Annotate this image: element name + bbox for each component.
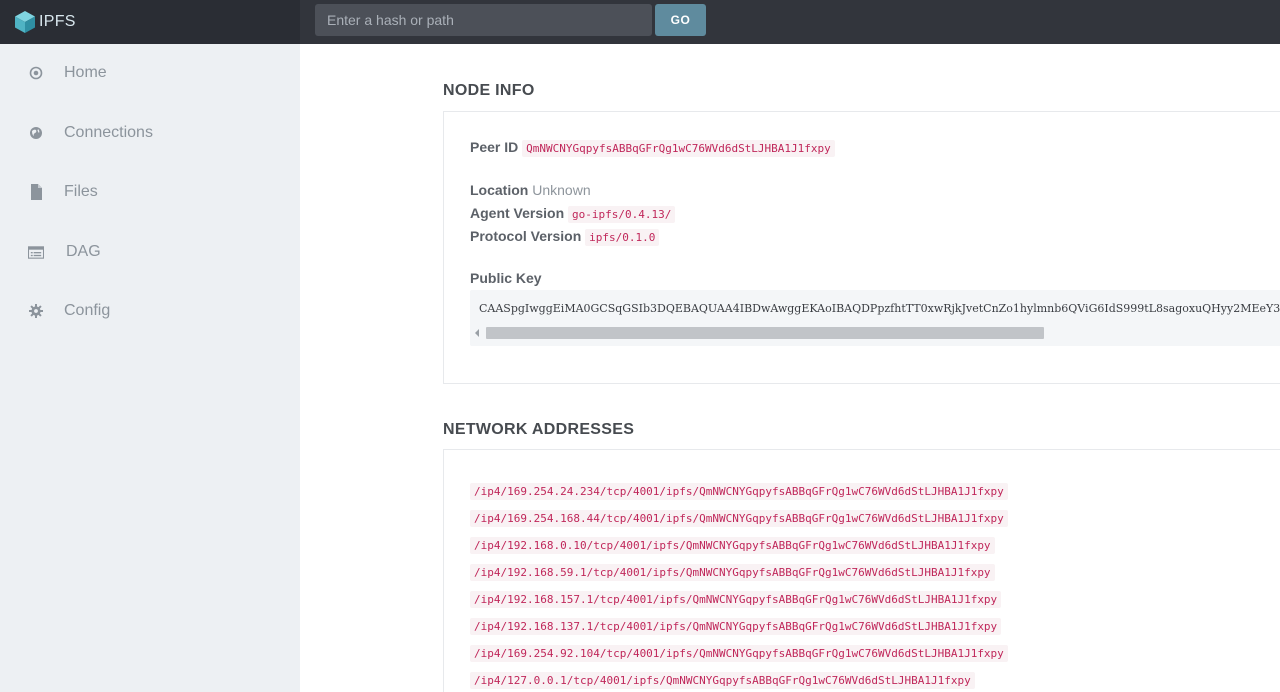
sidebar-item-files[interactable]: Files bbox=[0, 167, 300, 217]
scroll-thumb[interactable] bbox=[486, 327, 1044, 339]
list-item: /ip4/127.0.0.1/tcp/4001/ipfs/QmNWCNYGqpy… bbox=[470, 671, 975, 689]
address-value[interactable]: /ip4/169.254.92.104/tcp/4001/ipfs/QmNWCN… bbox=[470, 645, 1008, 662]
sidebar-item-label: Config bbox=[64, 302, 111, 319]
node-info-panel: Peer ID QmNWCNYGqpyfsABBqGFrQg1wC76WVd6d… bbox=[443, 111, 1280, 384]
globe-icon bbox=[28, 125, 44, 141]
sidebar-item-config[interactable]: Config bbox=[0, 286, 300, 336]
address-value[interactable]: /ip4/169.254.168.44/tcp/4001/ipfs/QmNWCN… bbox=[470, 510, 1008, 527]
list-item: /ip4/192.168.137.1/tcp/4001/ipfs/QmNWCNY… bbox=[470, 617, 1002, 635]
sidebar-item-label: Home bbox=[64, 64, 107, 81]
address-value[interactable]: /ip4/127.0.0.1/tcp/4001/ipfs/QmNWCNYGqpy… bbox=[470, 672, 975, 689]
list-item: /ip4/192.168.0.10/tcp/4001/ipfs/QmNWCNYG… bbox=[470, 536, 995, 554]
list-item: /ip4/192.168.59.1/tcp/4001/ipfs/QmNWCNYG… bbox=[470, 563, 995, 581]
network-addresses-title: NETWORK ADDRESSES bbox=[443, 421, 635, 438]
agent-version-value[interactable]: go-ipfs/0.4.13/ bbox=[568, 206, 676, 223]
agent-version-label: Agent Version bbox=[470, 205, 565, 221]
network-addresses-panel: /ip4/169.254.24.234/tcp/4001/ipfs/QmNWCN… bbox=[443, 449, 1280, 692]
peer-id-field: Peer ID QmNWCNYGqpyfsABBqGFrQg1wC76WVd6d… bbox=[470, 139, 835, 157]
list-item: /ip4/169.254.24.234/tcp/4001/ipfs/QmNWCN… bbox=[470, 482, 1008, 500]
sidebar: Home Connections Files DAG Config bbox=[0, 44, 300, 692]
location-label: Location bbox=[470, 182, 529, 198]
agent-version-field: Agent Version go-ipfs/0.4.13/ bbox=[470, 205, 676, 223]
file-icon bbox=[28, 184, 44, 200]
address-value[interactable]: /ip4/192.168.0.10/tcp/4001/ipfs/QmNWCNYG… bbox=[470, 537, 995, 554]
main-content: NODE INFO Peer ID QmNWCNYGqpyfsABBqGFrQg… bbox=[300, 44, 1280, 692]
protocol-version-value[interactable]: ipfs/0.1.0 bbox=[585, 229, 660, 246]
protocol-version-field: Protocol Version ipfs/0.1.0 bbox=[470, 228, 660, 246]
address-value[interactable]: /ip4/192.168.157.1/tcp/4001/ipfs/QmNWCNY… bbox=[470, 591, 1002, 608]
peer-id-label: Peer ID bbox=[470, 139, 519, 155]
sidebar-item-dag[interactable]: DAG bbox=[0, 227, 300, 277]
public-key-value[interactable]: CAASpgIwggEiMA0GCSqGSIb3DQEBAQUAA4IBDwAw… bbox=[479, 302, 1280, 315]
top-bar: IPFS GO bbox=[0, 0, 1280, 44]
list-item: /ip4/169.254.168.44/tcp/4001/ipfs/QmNWCN… bbox=[470, 509, 1008, 527]
sidebar-item-home[interactable]: Home bbox=[0, 48, 300, 98]
node-info-title: NODE INFO bbox=[443, 82, 535, 99]
address-value[interactable]: /ip4/192.168.137.1/tcp/4001/ipfs/QmNWCNY… bbox=[470, 618, 1002, 635]
brand-logo[interactable]: IPFS bbox=[0, 0, 300, 44]
sidebar-item-connections[interactable]: Connections bbox=[0, 108, 300, 158]
sidebar-item-label: Connections bbox=[64, 124, 153, 141]
address-value[interactable]: /ip4/192.168.59.1/tcp/4001/ipfs/QmNWCNYG… bbox=[470, 564, 995, 581]
public-key-box[interactable]: CAASpgIwggEiMA0GCSqGSIb3DQEBAQUAA4IBDwAw… bbox=[470, 290, 1280, 346]
list-icon bbox=[28, 244, 44, 260]
target-icon bbox=[28, 65, 44, 81]
list-item: /ip4/192.168.157.1/tcp/4001/ipfs/QmNWCNY… bbox=[470, 590, 1002, 608]
gear-icon bbox=[28, 303, 44, 319]
protocol-version-label: Protocol Version bbox=[470, 228, 582, 244]
peer-id-value[interactable]: QmNWCNYGqpyfsABBqGFrQg1wC76WVd6dStLJHBA1… bbox=[522, 140, 835, 157]
brand-name: IPFS bbox=[39, 13, 76, 30]
go-button[interactable]: GO bbox=[655, 4, 706, 36]
ipfs-cube-icon bbox=[15, 11, 35, 33]
address-value[interactable]: /ip4/169.254.24.234/tcp/4001/ipfs/QmNWCN… bbox=[470, 483, 1008, 500]
sidebar-item-label: Files bbox=[64, 183, 98, 200]
horizontal-scrollbar[interactable] bbox=[472, 325, 1280, 342]
list-item: /ip4/169.254.92.104/tcp/4001/ipfs/QmNWCN… bbox=[470, 644, 1008, 662]
public-key-label: Public Key bbox=[470, 270, 542, 286]
location-field: Location Unknown bbox=[470, 182, 591, 198]
sidebar-item-label: DAG bbox=[66, 243, 101, 260]
scroll-left-arrow-icon[interactable] bbox=[475, 329, 479, 337]
search-input[interactable] bbox=[315, 4, 652, 36]
location-value: Unknown bbox=[532, 182, 591, 198]
